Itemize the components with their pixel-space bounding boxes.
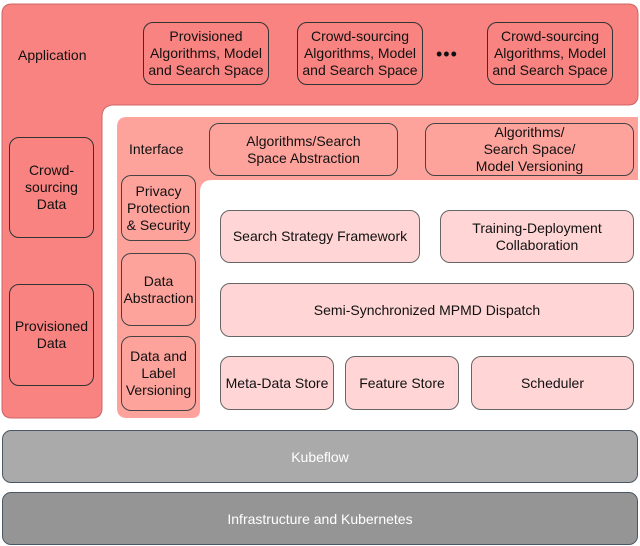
data-abstraction-box: Data Abstraction xyxy=(121,253,196,326)
interface-label: Interface xyxy=(129,141,184,157)
application-label: Application xyxy=(18,47,87,63)
training-deployment-box: Training-Deployment Collaboration xyxy=(440,210,634,263)
crowdsourcing-algorithms-box-2: Crowd-sourcing Algorithms, Model and Sea… xyxy=(487,22,613,85)
privacy-security-box: Privacy Protection & Security xyxy=(121,175,196,241)
search-space-abstraction-box: Algorithms/Search Space Abstraction xyxy=(209,123,398,176)
kubeflow-layer: Kubeflow xyxy=(2,430,638,483)
provisioned-data-box: Provisioned Data xyxy=(9,284,94,386)
scheduler-box: Scheduler xyxy=(471,356,634,410)
provisioned-algorithms-box: Provisioned Algorithms, Model and Search… xyxy=(143,22,269,85)
data-label-versioning-box: Data and Label Versioning xyxy=(121,336,196,411)
infrastructure-layer: Infrastructure and Kubernetes xyxy=(2,492,638,545)
metadata-store-box: Meta-Data Store xyxy=(220,356,334,410)
mpmd-dispatch-box: Semi-Synchronized MPMD Dispatch xyxy=(220,283,634,337)
crowdsourcing-algorithms-box: Crowd-sourcing Algorithms, Model and Sea… xyxy=(297,22,423,85)
ellipsis-icon: ••• xyxy=(436,44,458,64)
architecture-diagram: Application Provisioned Algorithms, Mode… xyxy=(0,0,640,546)
search-strategy-box: Search Strategy Framework xyxy=(220,210,420,263)
model-versioning-box: Algorithms/ Search Space/ Model Versioni… xyxy=(425,123,634,176)
feature-store-box: Feature Store xyxy=(345,356,459,410)
crowdsourcing-data-box: Crowd-sourcing Data xyxy=(9,137,94,238)
